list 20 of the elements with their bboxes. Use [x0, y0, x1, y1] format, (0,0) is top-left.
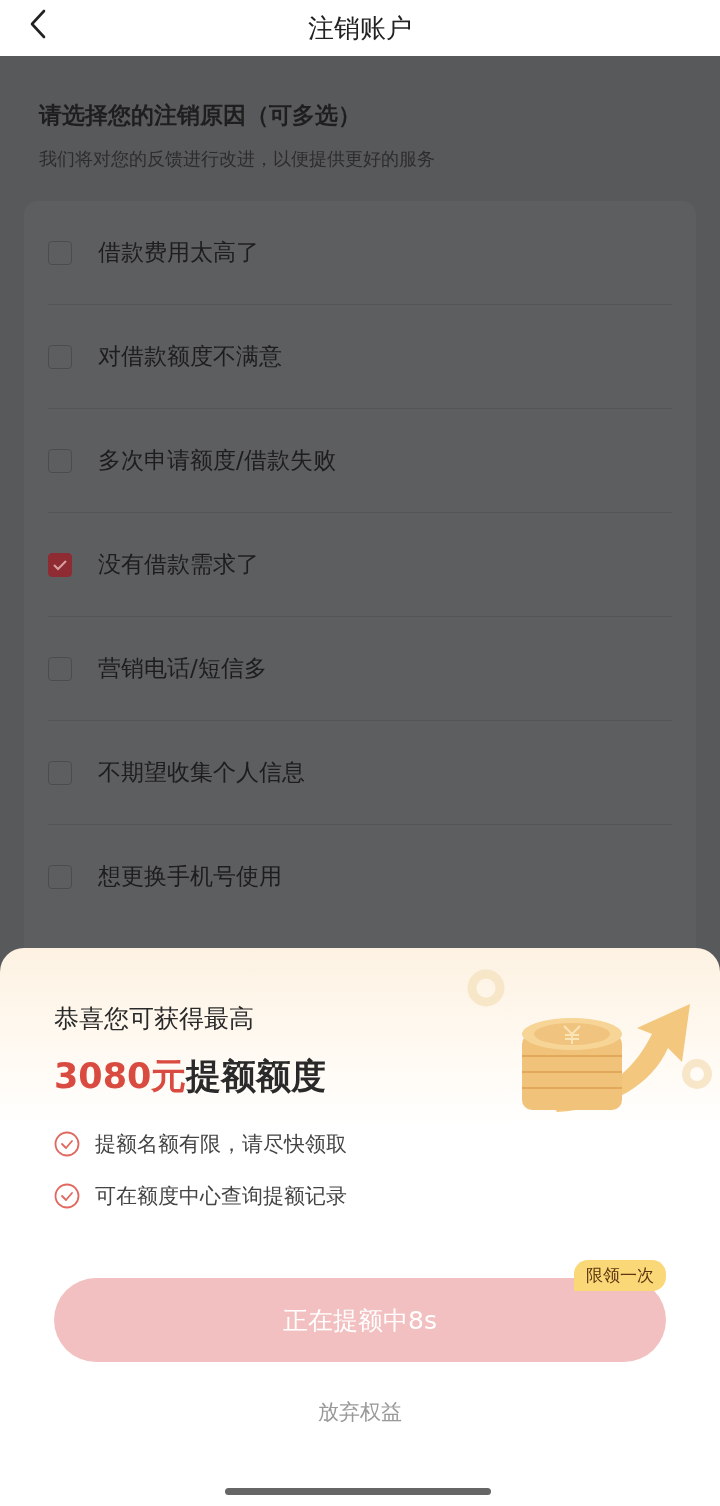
reason-label: 营销电话/短信多 [98, 654, 267, 683]
limit-badge: 限领一次 [574, 1260, 666, 1291]
decline-link[interactable]: 放弃权益 [318, 1398, 402, 1426]
reason-label: 不期望收集个人信息 [98, 758, 305, 787]
reason-label: 多次申请额度/借款失败 [98, 446, 336, 475]
benefit-text: 可在额度中心查询提额记录 [95, 1183, 347, 1210]
checkbox[interactable] [48, 552, 72, 577]
back-icon [29, 9, 47, 39]
reason-label: 借款费用太高了 [98, 238, 259, 267]
offer-label: 提额额度 [186, 1055, 327, 1098]
checkmark-icon [52, 558, 68, 571]
reason-label: 对借款额度不满意 [98, 342, 282, 371]
reason-label: 想更换手机号使用 [98, 862, 282, 891]
reason-label: 没有借款需求了 [98, 550, 259, 579]
check-circle-icon [54, 1183, 80, 1209]
offer-title: 恭喜您可获得最高 [54, 1003, 255, 1035]
section-heading: 请选择您的注销原因（可多选） [37, 101, 362, 130]
page-title: 注销账户 [308, 11, 412, 45]
benefit-text: 提额名额有限，请尽快领取 [95, 1131, 347, 1158]
check-circle-icon [54, 1131, 80, 1157]
